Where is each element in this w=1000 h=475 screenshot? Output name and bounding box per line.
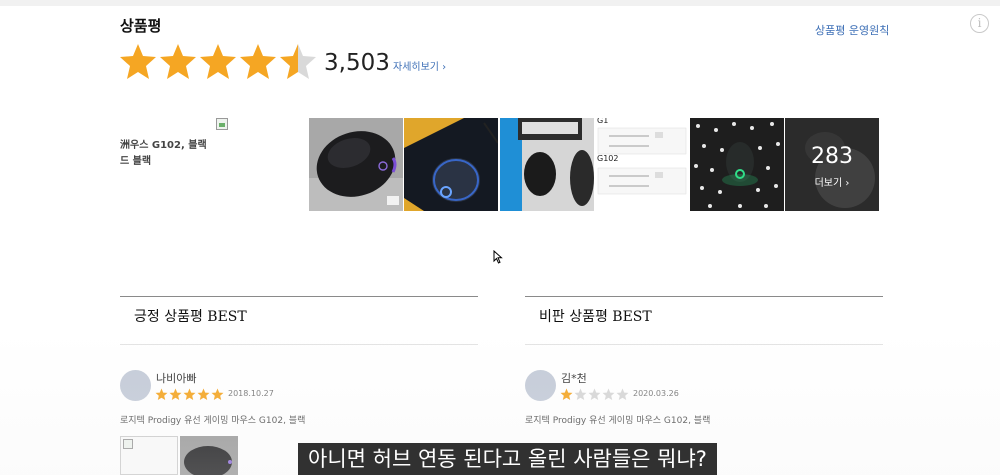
broken-image-icon — [216, 118, 228, 130]
section-title: 상품평 — [120, 17, 162, 35]
review-product: 로지텍 Prodigy 유선 게이밍 마우스 G102, 블랙 — [120, 416, 306, 426]
empty-star-icon — [588, 388, 601, 400]
reviewer-name: 나비아빠 — [156, 372, 197, 385]
avatar — [525, 370, 556, 401]
divider — [525, 344, 883, 345]
review-photo-broken[interactable] — [120, 436, 178, 475]
image-alt-text: 드 블랙 — [120, 156, 152, 167]
star-icon — [560, 388, 573, 400]
gallery-photo-mouse-2[interactable] — [404, 118, 498, 211]
review-photo-mouse[interactable] — [180, 436, 238, 475]
reviewer-name: 김*천 — [561, 372, 587, 385]
gallery-photo-mouse-3[interactable] — [500, 118, 594, 211]
gallery-broken-image[interactable]: 洲우스 G102, 블랙 드 블랙 — [120, 118, 300, 211]
star-icon — [211, 388, 224, 400]
gallery-photo-mouse-1[interactable] — [309, 118, 403, 211]
gallery-more-button[interactable]: 283 더보기 › — [785, 118, 879, 211]
half-star-icon — [280, 44, 316, 79]
divider — [120, 296, 478, 297]
screenshot-label: G102 — [597, 154, 619, 163]
star-icon — [183, 388, 196, 400]
info-icon[interactable]: i — [970, 14, 989, 33]
star-icon — [160, 44, 196, 79]
rating-stars — [118, 42, 318, 82]
empty-star-icon — [616, 388, 629, 400]
more-photo-label: 더보기 › — [814, 178, 850, 189]
star-icon — [169, 388, 182, 400]
more-photo-count: 283 — [811, 144, 853, 169]
gallery-photo-mouse-5[interactable] — [690, 118, 784, 211]
positive-best-title: 긍정 상품평 BEST — [134, 309, 247, 325]
star-icon — [200, 44, 236, 79]
detail-link[interactable]: 자세히보기 › — [393, 58, 446, 73]
gallery-photo-settings[interactable]: G1 G102 — [595, 118, 689, 211]
review-date: 2018.10.27 — [228, 389, 274, 398]
screenshot-label: G1 — [597, 118, 609, 125]
divider — [525, 296, 883, 297]
video-subtitle: 아니면 허브 연동 된다고 올린 사람들은 뭐냐? — [298, 443, 717, 475]
review-date: 2020.03.26 — [633, 389, 679, 398]
review-stars — [155, 386, 227, 405]
divider — [120, 344, 478, 345]
review-product: 로지텍 Prodigy 유선 게이밍 마우스 G102, 블랙 — [525, 416, 711, 426]
avatar — [120, 370, 151, 401]
star-icon — [197, 388, 210, 400]
review-count: 3,503 — [324, 50, 390, 76]
mouse-cursor-icon — [493, 249, 503, 268]
empty-star-icon — [574, 388, 587, 400]
star-icon — [120, 44, 156, 79]
broken-image-icon — [123, 439, 133, 449]
review-policy-link[interactable]: 상품평 운영원칙 — [815, 22, 889, 38]
review-stars — [560, 386, 632, 405]
image-alt-text: 洲우스 G102, 블랙 — [120, 140, 207, 151]
empty-star-icon — [602, 388, 615, 400]
negative-best-title: 비판 상품평 BEST — [539, 309, 652, 325]
star-icon — [240, 44, 276, 79]
top-strip — [0, 0, 1000, 6]
star-icon — [155, 388, 168, 400]
